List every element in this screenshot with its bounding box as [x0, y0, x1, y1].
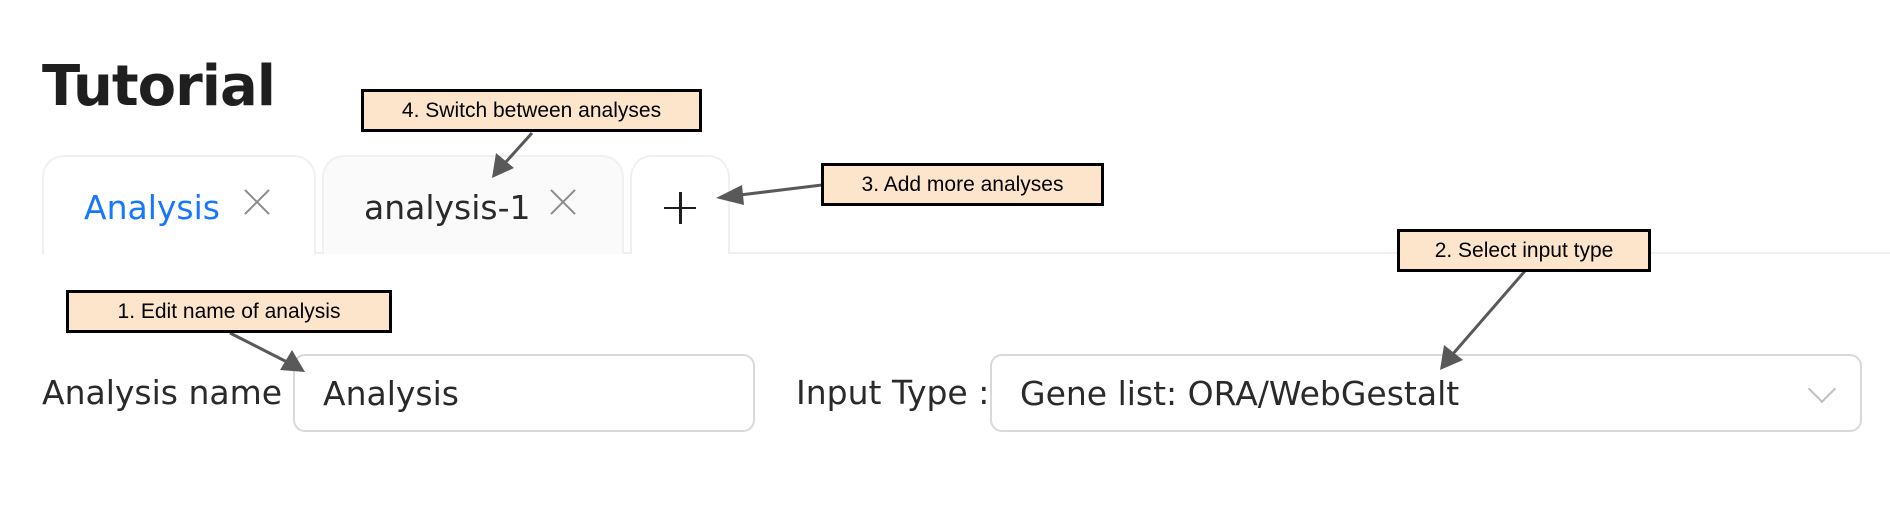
- callout-edit-name: 1. Edit name of analysis: [66, 290, 392, 333]
- tab-analysis[interactable]: Analysis: [42, 155, 316, 255]
- analysis-name-label: Analysis name :: [42, 373, 304, 412]
- analysis-name-input[interactable]: [323, 373, 753, 413]
- tab-label: analysis-1: [364, 187, 531, 227]
- callout-select-input-type: 2. Select input type: [1397, 229, 1651, 272]
- tab-label: Analysis: [84, 188, 220, 227]
- plus-icon: [664, 191, 696, 224]
- tab-bar: Analysis analysis-1: [0, 0, 1890, 255]
- tab-analysis-1[interactable]: analysis-1: [322, 155, 624, 254]
- input-type-select[interactable]: Gene list: ORA/WebGestalt: [990, 354, 1862, 432]
- close-icon[interactable]: [548, 187, 578, 217]
- analysis-name-field[interactable]: [293, 354, 755, 432]
- input-type-selected-value: Gene list: ORA/WebGestalt: [1020, 373, 1460, 413]
- chevron-down-icon[interactable]: [1807, 374, 1837, 404]
- callout-add-analyses: 3. Add more analyses: [821, 163, 1104, 206]
- close-icon[interactable]: [242, 187, 272, 217]
- input-type-label: Input Type :: [796, 373, 990, 412]
- callout-switch-analyses: 4. Switch between analyses: [361, 89, 702, 132]
- add-tab-button[interactable]: [630, 155, 730, 254]
